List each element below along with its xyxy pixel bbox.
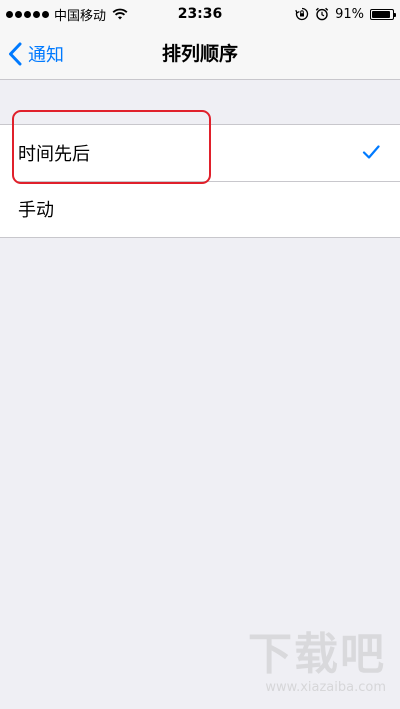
- status-bar: 中国移动 23:36 91%: [0, 0, 400, 28]
- watermark: 下载吧 www.xiazaiba.com: [248, 629, 386, 696]
- option-manual[interactable]: 手动: [0, 181, 400, 237]
- back-label: 通知: [28, 45, 64, 66]
- battery-fill: [372, 10, 391, 18]
- alarm-icon: [315, 7, 329, 21]
- screen: 中国移动 23:36 91% 通知 排列顺序 时间先后 手动 下载吧 www.x…: [0, 0, 400, 709]
- signal-dots-icon: [6, 10, 49, 18]
- option-label: 时间先后: [18, 144, 90, 165]
- battery-icon: [370, 8, 396, 20]
- wifi-icon: [112, 8, 128, 20]
- watermark-url: www.xiazaiba.com: [265, 680, 386, 695]
- option-time-order[interactable]: 时间先后: [0, 125, 400, 181]
- rotation-lock-icon: [295, 7, 309, 21]
- checkmark-icon: [362, 145, 380, 159]
- carrier-name: 中国移动: [54, 8, 107, 24]
- sort-order-list: 时间先后 手动: [0, 124, 400, 238]
- watermark-brand: 下载吧: [248, 629, 386, 680]
- option-label: 手动: [18, 200, 54, 221]
- chevron-left-icon: [9, 42, 22, 66]
- battery-percent: 91%: [335, 6, 364, 22]
- back-button[interactable]: 通知: [8, 28, 64, 80]
- navigation-bar: 通知 排列顺序: [0, 28, 400, 80]
